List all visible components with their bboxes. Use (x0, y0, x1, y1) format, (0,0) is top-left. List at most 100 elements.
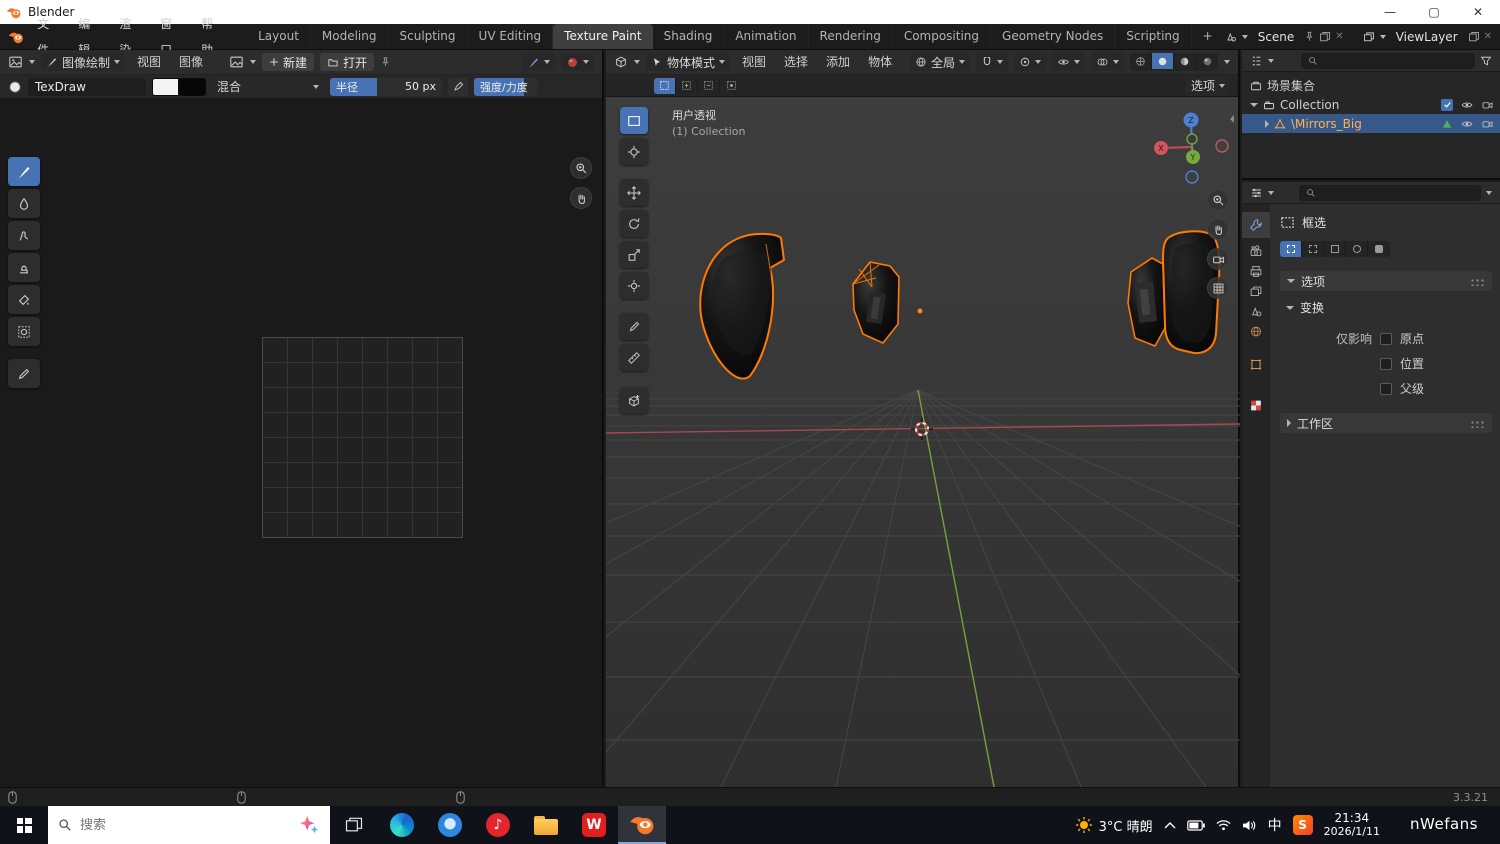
ime-indicator[interactable]: 中 (1268, 815, 1282, 835)
collection-expand-arrow[interactable] (1250, 103, 1258, 107)
object-eye-icon[interactable] (1460, 118, 1474, 130)
taskbar-search-box[interactable] (48, 806, 330, 844)
collection-camera-icon[interactable] (1481, 99, 1494, 111)
viewport-editor-type-chevron[interactable] (634, 60, 640, 64)
outliner-editor-icon[interactable] (1250, 55, 1263, 67)
unlink-scene-icon[interactable]: ✕ (1335, 31, 1343, 42)
shading-rendered-button[interactable] (1196, 53, 1218, 69)
workspace-tab-rendering[interactable]: Rendering (809, 24, 893, 49)
properties-filter-chevron[interactable] (1486, 191, 1492, 195)
volume-icon[interactable] (1242, 819, 1257, 832)
tool-soften[interactable] (8, 189, 40, 218)
active-tool-row[interactable]: 框选 (1280, 214, 1492, 231)
add-workspace-button[interactable]: + (1192, 24, 1224, 49)
new-viewlayer-icon[interactable] (1468, 31, 1480, 43)
tab-scene[interactable] (1249, 305, 1263, 318)
weather-widget[interactable]: 3°C 晴朗 (1075, 816, 1153, 835)
image-datablock-chevron[interactable] (250, 60, 256, 64)
maximize-button[interactable]: ▢ (1412, 0, 1456, 24)
tool-annotate[interactable] (8, 359, 40, 388)
viewport-zoom-button[interactable] (1207, 189, 1229, 211)
open-image-button[interactable]: 打开 (320, 53, 374, 71)
proportional-edit-dropdown[interactable] (1014, 53, 1046, 71)
paint-mode-dropdown[interactable]: 图像绘制 (41, 53, 125, 71)
properties-search-field[interactable] (1299, 185, 1481, 201)
tool-measure[interactable] (620, 344, 648, 371)
tool-scale[interactable] (620, 241, 648, 268)
image-menu-image[interactable]: 图像 (173, 50, 209, 75)
tab-render[interactable] (1249, 245, 1263, 258)
viewport-pan-button[interactable] (1207, 218, 1229, 240)
pin-scene-icon[interactable] (1304, 31, 1315, 42)
tab-world[interactable] (1249, 325, 1263, 338)
workspace-tab-animation[interactable]: Animation (724, 24, 808, 49)
vp-menu-add[interactable]: 添加 (820, 50, 856, 75)
visibility-dropdown[interactable] (1052, 53, 1085, 71)
workspace-tab-sculpting[interactable]: Sculpting (389, 24, 468, 49)
image-datablock-icon[interactable] (229, 55, 244, 69)
workspace-tab-texture-paint[interactable]: Texture Paint (553, 24, 652, 49)
tool-clone[interactable] (8, 253, 40, 282)
image-editor-type-icon[interactable] (8, 55, 23, 69)
gizmo-axis-x-neg[interactable] (1216, 140, 1228, 152)
workspace-tab-layout[interactable]: Layout (247, 24, 311, 49)
tool-mode-3[interactable] (1324, 241, 1346, 257)
taskbar-search-input[interactable] (80, 818, 230, 833)
select-mode-subtract[interactable] (698, 78, 720, 94)
shading-material-button[interactable] (1174, 53, 1196, 69)
gizmo-axis-y-neg[interactable] (1187, 134, 1197, 144)
workspace-tab-compositing[interactable]: Compositing (893, 24, 991, 49)
tool-smear[interactable] (8, 221, 40, 250)
bing-sparkle-icon[interactable] (298, 814, 320, 836)
pan-hand-button[interactable] (570, 187, 592, 209)
tool-rotate[interactable] (620, 210, 648, 237)
outliner-search-input[interactable] (1323, 53, 1423, 68)
network-icon[interactable] (1216, 819, 1231, 831)
tool-mode-4[interactable] (1346, 241, 1368, 257)
outliner-row-object-selected[interactable]: \Mirrors_Big (1242, 114, 1500, 133)
pin-icon[interactable] (380, 56, 391, 68)
taskbar-blue-app[interactable] (426, 806, 474, 844)
image-canvas[interactable] (0, 99, 602, 787)
new-image-button[interactable]: 新建 (262, 53, 314, 71)
tab-view-layer[interactable] (1249, 285, 1263, 298)
texture-grid[interactable] (262, 337, 463, 538)
tool-transform[interactable] (620, 272, 648, 299)
shading-dropdown-chevron[interactable] (1224, 60, 1230, 64)
overlays-dropdown[interactable] (1091, 53, 1124, 71)
properties-editor-icon[interactable] (1250, 187, 1263, 199)
tool-mode-5[interactable] (1368, 241, 1390, 257)
parents-checkbox[interactable] (1380, 383, 1392, 395)
outliner-row-scene-collection[interactable]: 场景集合 (1242, 76, 1500, 95)
taskbar-netease-music[interactable]: ♪ (474, 806, 522, 844)
viewport-ortho-button[interactable] (1207, 277, 1229, 299)
workspace-tab-scripting[interactable]: Scripting (1115, 24, 1191, 49)
select-mode-invert[interactable] (720, 78, 742, 94)
tool-annotate-vp[interactable] (620, 313, 648, 340)
vp-menu-view[interactable]: 视图 (736, 50, 772, 75)
shading-wireframe-button[interactable] (1130, 53, 1152, 69)
zoom-in-button[interactable] (570, 157, 592, 179)
tool-fill[interactable] (8, 285, 40, 314)
taskbar-file-explorer[interactable] (522, 806, 570, 844)
mirror-object-middle[interactable] (853, 262, 899, 343)
outliner-search-field[interactable] (1301, 53, 1475, 69)
workspace-panel-header[interactable]: 工作区 (1280, 413, 1492, 433)
vp-menu-object[interactable]: 物体 (862, 50, 898, 75)
tab-texture[interactable] (1249, 399, 1263, 412)
editor-type-chevron[interactable] (29, 60, 35, 64)
workspace-tab-shading[interactable]: Shading (653, 24, 725, 49)
remove-viewlayer-icon[interactable]: ✕ (1484, 31, 1492, 42)
taskbar-blender[interactable] (618, 806, 666, 844)
select-mode-set[interactable] (654, 78, 676, 94)
snap-dropdown[interactable] (976, 53, 1008, 71)
taskbar-clock[interactable]: 21:34 2026/1/11 (1324, 811, 1380, 839)
image-menu-view[interactable]: 视图 (131, 50, 167, 75)
locations-checkbox[interactable] (1380, 358, 1392, 370)
transform-panel-header[interactable]: 变换 (1280, 299, 1492, 316)
scene-name[interactable]: Scene (1252, 30, 1301, 44)
object-expand-arrow[interactable] (1265, 120, 1269, 128)
viewlayer-name[interactable]: ViewLayer (1390, 30, 1464, 44)
tab-object[interactable] (1249, 358, 1263, 371)
tab-output[interactable] (1249, 265, 1263, 278)
